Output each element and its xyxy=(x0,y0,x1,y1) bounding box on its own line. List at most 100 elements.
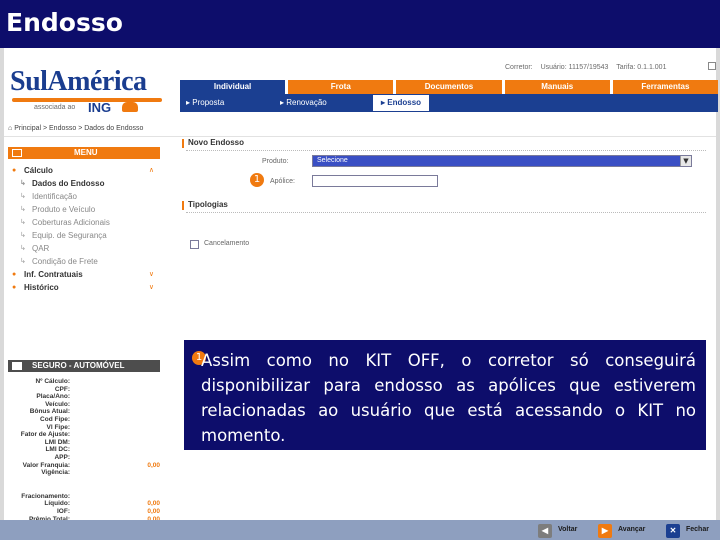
subnav-proposta[interactable]: ▸ Proposta xyxy=(186,94,224,112)
menu-sub-label: Condição de Frete xyxy=(32,257,98,266)
menu-sub-produto-veiculo[interactable]: ↳ Produto e Veículo xyxy=(8,203,160,216)
cancelamento-label: Cancelamento xyxy=(204,240,250,247)
summary-key: Placa/Ano: xyxy=(36,393,70,401)
apolice-label: Apólice: xyxy=(270,178,295,185)
menu-item-label: Inf. Contratuais xyxy=(24,270,83,279)
tab-ferramentas[interactable]: Ferramentas xyxy=(612,80,719,94)
summary-key: Veículo: xyxy=(45,400,70,408)
chevron-down-icon: ∨ xyxy=(148,284,154,291)
apolice-input[interactable] xyxy=(312,175,438,187)
brand-assoc: associada ao xyxy=(34,104,76,111)
menu-sub-condicao-frete[interactable]: ↳ Condição de Frete xyxy=(8,255,160,268)
tab-documentos[interactable]: Documentos xyxy=(396,80,502,94)
menu-icon xyxy=(12,149,22,157)
summary-key: CPF: xyxy=(54,385,70,393)
branch-icon: ↳ xyxy=(20,180,26,187)
branch-icon: ↳ xyxy=(20,258,26,265)
summary-gap xyxy=(8,477,160,493)
logo-swoosh xyxy=(12,98,162,102)
chevron-up-icon: ∧ xyxy=(148,167,154,174)
main-tabs: Individual Frota Documentos Manuais Ferr… xyxy=(180,80,719,94)
avancar-label: Avançar xyxy=(618,526,646,533)
summary-value: 0,00 xyxy=(147,507,160,515)
summary-total-row: Fracionamento: xyxy=(8,493,160,501)
lion-icon xyxy=(122,102,138,112)
summary-key: Fracionamento: xyxy=(21,492,70,500)
menu-sub-label: Dados do Endosso xyxy=(32,179,105,188)
summary-key: Valor Franquia: xyxy=(22,461,70,469)
summary-key: LMI DM: xyxy=(44,438,70,446)
menu-item-historico[interactable]: ● Histórico ∨ xyxy=(8,281,160,294)
top-link-usuario[interactable]: Usuário: 11157/19543 xyxy=(541,64,609,71)
close-icon: ✕ xyxy=(666,524,680,538)
produto-select[interactable]: Selecione ▼ xyxy=(312,155,692,167)
menu-item-calculo[interactable]: ● Cálculo ∧ xyxy=(8,164,160,177)
car-icon xyxy=(12,362,22,370)
summary-key: Bônus Atual: xyxy=(29,408,70,416)
sidebar-menu: ● Cálculo ∧ ↳ Dados do Endosso ↳ Identif… xyxy=(8,164,160,294)
menu-item-label: Cálculo xyxy=(24,166,53,175)
menu-sub-label: Produto e Veículo xyxy=(32,205,96,214)
menu-sub-coberturas[interactable]: ↳ Coberturas Adicionais xyxy=(8,216,160,229)
branch-icon: ↳ xyxy=(20,193,26,200)
chevron-down-icon: ∨ xyxy=(148,271,154,278)
brand-name: SulAmérica xyxy=(10,66,147,97)
top-link-corretor[interactable]: Corretor: xyxy=(505,64,533,71)
branch-icon: ↳ xyxy=(20,219,26,226)
menu-sub-qar[interactable]: ↳ QAR xyxy=(8,242,160,255)
sub-navigation: ▸ Proposta ▸ Renovação ▸ Endosso xyxy=(180,94,718,112)
seguro-header: SEGURO - AUTOMÓVEL xyxy=(8,360,160,372)
tab-individual[interactable]: Individual xyxy=(180,80,286,94)
summary-key: Vigência: xyxy=(41,469,70,477)
menu-sub-label: Equip. de Segurança xyxy=(32,231,107,240)
summary-row: Cod Fipe: xyxy=(8,416,160,424)
summary-total-row: IOF: 0,00 xyxy=(8,508,160,516)
branch-icon: ↳ xyxy=(20,245,26,252)
summary-row: CPF: xyxy=(8,386,160,394)
scroll-up-button[interactable] xyxy=(708,62,716,70)
footer-bar: ◀ Voltar ▶ Avançar ✕ Fechar xyxy=(0,520,720,540)
menu-sub-equip-seguranca[interactable]: ↳ Equip. de Segurança xyxy=(8,229,160,242)
breadcrumb: ⌂ Principal > Endosso > Dados do Endosso xyxy=(8,125,144,132)
branch-icon: ↳ xyxy=(20,232,26,239)
bullet-icon: ● xyxy=(12,271,17,278)
section-tipologias: Tipologias xyxy=(188,200,228,209)
menu-sub-dados-endosso[interactable]: ↳ Dados do Endosso xyxy=(8,177,160,190)
tab-manuais[interactable]: Manuais xyxy=(504,80,610,94)
produto-select-value: Selecione xyxy=(317,157,348,164)
summary-row: Bônus Atual: xyxy=(8,408,160,416)
summary-row: Nº Cálculo: xyxy=(8,378,160,386)
subnav-renovacao[interactable]: ▸ Renovação xyxy=(280,94,327,112)
summary-key: Nº Cálculo: xyxy=(35,378,70,385)
summary-row: Vl Fipe: xyxy=(8,424,160,432)
menu-sub-identificacao[interactable]: ↳ Identificação xyxy=(8,190,160,203)
tab-frota[interactable]: Frota xyxy=(288,80,394,94)
sulamerica-logo[interactable]: SulAmérica associada ao ING xyxy=(10,66,170,118)
top-links: Corretor: Usuário: 11157/19543 Tarifa: 0… xyxy=(505,64,672,71)
voltar-label: Voltar xyxy=(558,526,578,533)
summary-row: Fator de Ajuste: xyxy=(8,431,160,439)
subnav-endosso[interactable]: ▸ Endosso xyxy=(372,94,431,112)
subnav-endosso-label: Endosso xyxy=(387,98,422,107)
summary-value: 0,00 xyxy=(147,500,160,508)
section-marker xyxy=(182,139,184,148)
menu-item-inf-contratuais[interactable]: ● Inf. Contratuais ∨ xyxy=(8,268,160,281)
divider xyxy=(4,136,716,137)
slide-title: Endosso xyxy=(6,8,123,37)
section-marker xyxy=(182,201,184,210)
summary-value: 0,00 xyxy=(147,461,160,469)
summary-key: IOF: xyxy=(57,507,70,515)
section-divider xyxy=(186,212,706,213)
explanation-callout: 1 Assim como no KIT OFF, o corretor só c… xyxy=(184,340,706,450)
summary-key: Vl Fipe: xyxy=(46,423,70,431)
cancelamento-checkbox[interactable] xyxy=(190,240,199,249)
menu-sub-label: QAR xyxy=(32,244,50,253)
summary-row: Placa/Ano: xyxy=(8,393,160,401)
produto-label: Produto: xyxy=(262,158,289,165)
top-link-tarifa[interactable]: Tarifa: 0.1.1.001 xyxy=(616,64,666,71)
brand-partner: ING xyxy=(88,100,112,115)
chevron-down-icon[interactable]: ▼ xyxy=(680,156,691,166)
summary-row: Veículo: xyxy=(8,401,160,409)
seguro-header-label: SEGURO - AUTOMÓVEL xyxy=(32,361,125,370)
seguro-summary: Nº Cálculo: CPF: Placa/Ano: Veículo: Bôn… xyxy=(8,378,160,523)
